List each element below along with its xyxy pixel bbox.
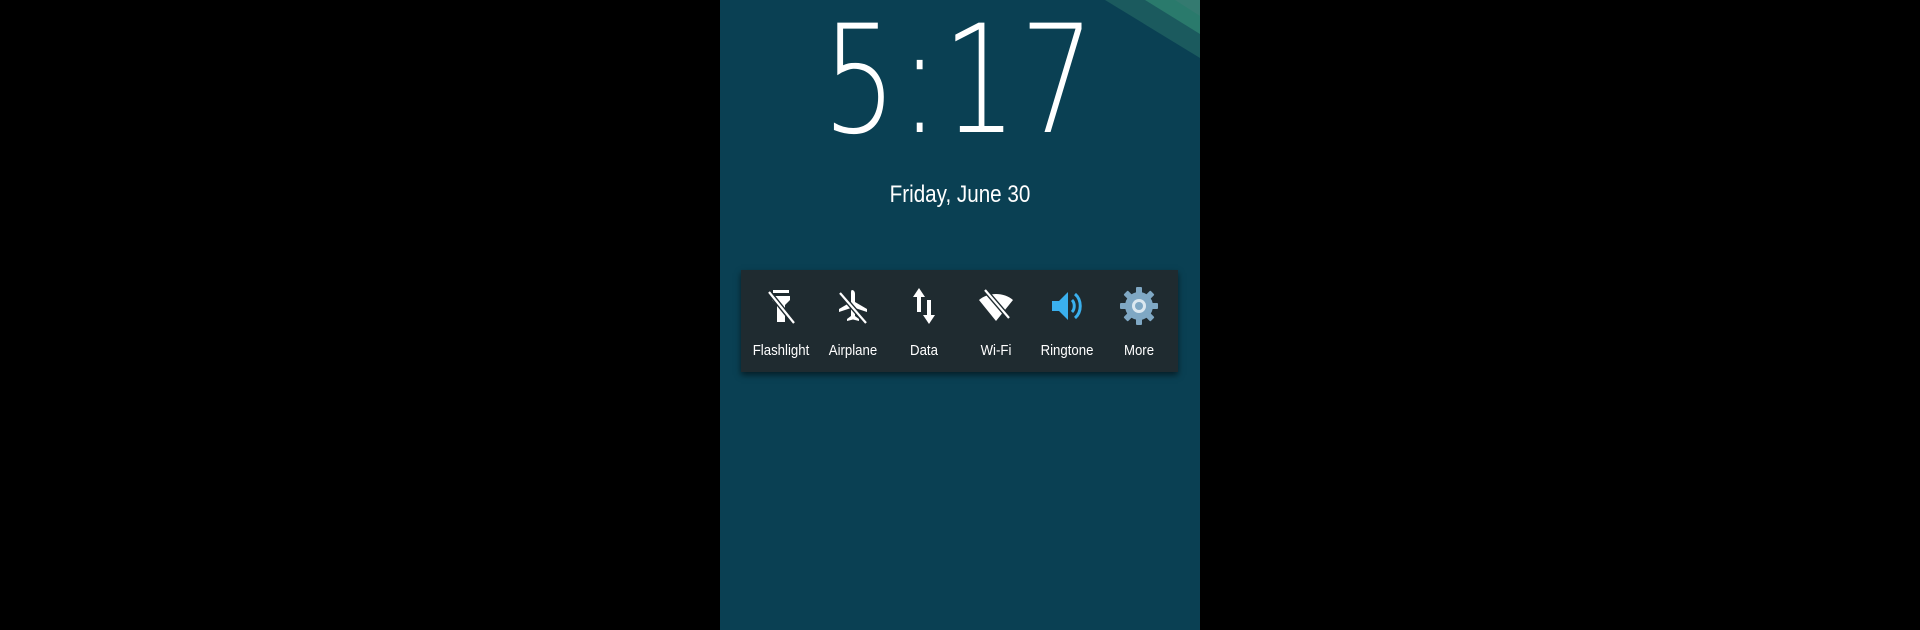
- airplane-off-icon: [833, 286, 873, 326]
- flashlight-off-icon: [761, 286, 801, 326]
- more-label: More: [1123, 342, 1154, 359]
- more-settings-button[interactable]: More: [1103, 270, 1175, 372]
- lockscreen-clock: 5:17: [822, 0, 1098, 168]
- flashlight-toggle[interactable]: Flashlight: [745, 270, 817, 372]
- airplane-toggle[interactable]: Airplane: [817, 270, 889, 372]
- lockscreen-date: Friday, June 30: [889, 181, 1031, 208]
- ringtone-toggle[interactable]: Ringtone: [1031, 270, 1103, 372]
- quick-settings-widget: Flashlight Airplane Data Wi-Fi Ringtone …: [741, 270, 1178, 372]
- airplane-label: Airplane: [828, 342, 877, 359]
- data-toggle[interactable]: Data: [888, 270, 960, 372]
- screen-background: 5:17 Friday, June 30 Flashlight Airplane…: [0, 0, 1920, 630]
- lockscreen: 5:17 Friday, June 30 Flashlight Airplane…: [720, 0, 1200, 630]
- flashlight-label: Flashlight: [752, 342, 810, 359]
- settings-gear-icon: [1119, 286, 1159, 326]
- wifi-toggle[interactable]: Wi-Fi: [960, 270, 1032, 372]
- wifi-off-icon: [976, 286, 1016, 326]
- mobile-data-icon: [904, 286, 944, 326]
- volume-icon: [1047, 286, 1087, 326]
- wifi-label: Wi-Fi: [980, 342, 1011, 359]
- data-label: Data: [910, 342, 938, 359]
- ringtone-label: Ringtone: [1040, 342, 1094, 359]
